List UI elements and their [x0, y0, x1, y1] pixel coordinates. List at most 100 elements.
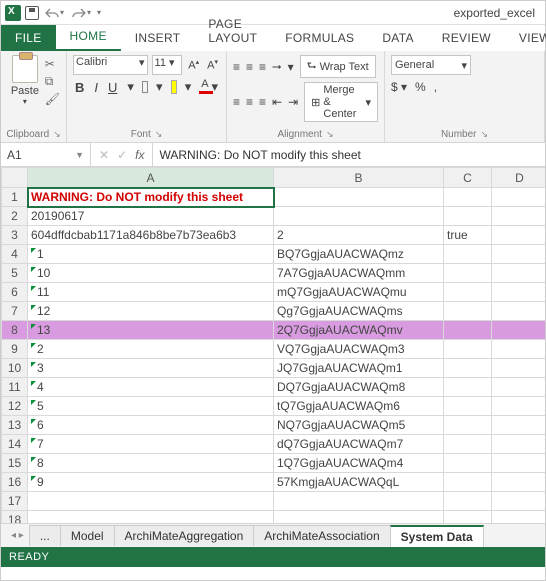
row-header[interactable]: 16 [2, 473, 28, 492]
sheet-tab-model[interactable]: Model [60, 525, 115, 546]
cell[interactable]: 5 [28, 397, 274, 416]
paste-button[interactable]: Paste ▾ [7, 55, 43, 106]
cell[interactable]: 1Q7GgjaAUACWAQm4 [274, 454, 444, 473]
cell[interactable] [492, 340, 546, 359]
bold-button[interactable]: B [73, 80, 86, 95]
cell[interactable]: 7 [28, 435, 274, 454]
col-header-A[interactable]: A [28, 168, 274, 188]
table-row[interactable]: 114DQ7GgjaAUACWAQm8 [2, 378, 546, 397]
row-header[interactable]: 13 [2, 416, 28, 435]
row-header[interactable]: 11 [2, 378, 28, 397]
align-middle-icon[interactable]: ≡ [246, 60, 253, 74]
wrap-text-button[interactable]: ⮑ Wrap Text [300, 55, 376, 78]
row-header[interactable]: 15 [2, 454, 28, 473]
sheet-tab-aggregation[interactable]: ArchiMateAggregation [114, 525, 255, 546]
tab-formulas[interactable]: FORMULAS [271, 27, 368, 51]
cell[interactable] [492, 188, 546, 207]
cell[interactable] [492, 207, 546, 226]
cell[interactable]: 4 [28, 378, 274, 397]
merge-center-button[interactable]: ⊞ Merge & Center ▾ [304, 82, 378, 122]
cell[interactable] [492, 416, 546, 435]
cell[interactable] [28, 511, 274, 524]
align-top-icon[interactable]: ≡ [233, 60, 240, 74]
tab-page-layout[interactable]: PAGE LAYOUT [194, 13, 271, 51]
cell[interactable] [274, 207, 444, 226]
row-header[interactable]: 1 [2, 188, 28, 207]
row-header[interactable]: 12 [2, 397, 28, 416]
cell[interactable] [492, 321, 546, 340]
cell[interactable] [444, 188, 492, 207]
cell[interactable]: 11 [28, 283, 274, 302]
copy-icon[interactable]: ⧉ [45, 74, 60, 89]
sheet-tab-association[interactable]: ArchiMateAssociation [253, 525, 390, 546]
cell[interactable] [444, 416, 492, 435]
tab-review[interactable]: REVIEW [428, 27, 505, 51]
cell[interactable] [444, 397, 492, 416]
col-header-C[interactable]: C [444, 168, 492, 188]
cancel-icon[interactable]: ✕ [99, 148, 109, 162]
italic-button[interactable]: I [92, 80, 100, 95]
align-right-icon[interactable]: ≡ [259, 95, 266, 109]
row-header[interactable]: 9 [2, 340, 28, 359]
cell[interactable] [492, 245, 546, 264]
cell[interactable] [444, 264, 492, 283]
cell[interactable] [444, 340, 492, 359]
shrink-font-icon[interactable]: A▾ [205, 58, 220, 72]
cell[interactable] [444, 378, 492, 397]
table-row[interactable]: 1581Q7GgjaAUACWAQm4 [2, 454, 546, 473]
dialog-launcher-icon[interactable]: ↘ [155, 129, 163, 140]
cell[interactable]: 2 [28, 340, 274, 359]
font-size-combo[interactable]: 11 ▾ [152, 55, 183, 75]
align-center-icon[interactable]: ≡ [246, 95, 253, 109]
cell[interactable]: 12 [28, 302, 274, 321]
align-bottom-icon[interactable]: ≡ [259, 60, 266, 74]
grow-font-icon[interactable]: A▴ [186, 58, 201, 72]
decrease-indent-icon[interactable]: ⇤ [272, 95, 282, 109]
align-left-icon[interactable]: ≡ [233, 95, 240, 109]
cell[interactable] [492, 226, 546, 245]
cell[interactable]: 604dffdcbab1171a846b8be7b73ea6b3 [28, 226, 274, 245]
format-painter-icon[interactable]: 🖌 [45, 92, 60, 106]
col-header-B[interactable]: B [274, 168, 444, 188]
row-header[interactable]: 7 [2, 302, 28, 321]
cell[interactable] [492, 264, 546, 283]
cell[interactable]: JQ7GgjaAUACWAQm1 [274, 359, 444, 378]
qat-customize[interactable]: ▾ [97, 8, 101, 17]
row-header[interactable]: 2 [2, 207, 28, 226]
cell[interactable]: tQ7GgjaAUACWAQm6 [274, 397, 444, 416]
select-all-corner[interactable] [2, 168, 28, 188]
undo-button[interactable]: ▾ [43, 7, 66, 19]
redo-button[interactable]: ▾ [70, 7, 93, 19]
cell[interactable]: 9 [28, 473, 274, 492]
dialog-launcher-icon[interactable]: ↘ [53, 129, 61, 140]
cell[interactable] [444, 359, 492, 378]
cell[interactable] [492, 473, 546, 492]
row-header[interactable]: 3 [2, 226, 28, 245]
formula-bar[interactable]: WARNING: Do NOT modify this sheet [153, 143, 545, 166]
cell[interactable] [492, 378, 546, 397]
cell[interactable]: 13 [28, 321, 274, 340]
cell[interactable]: 2Q7GgjaAUACWAQmv [274, 321, 444, 340]
cell[interactable] [444, 435, 492, 454]
cell[interactable]: DQ7GgjaAUACWAQm8 [274, 378, 444, 397]
cell[interactable] [492, 302, 546, 321]
cell[interactable] [444, 321, 492, 340]
row-header[interactable]: 17 [2, 492, 28, 511]
comma-format-button[interactable]: , [434, 80, 437, 94]
cell[interactable]: 10 [28, 264, 274, 283]
name-box[interactable]: A1 ▼ [1, 143, 91, 166]
table-row[interactable]: 17 [2, 492, 546, 511]
cell[interactable] [492, 454, 546, 473]
number-format-combo[interactable]: General▾ [391, 55, 471, 75]
row-header[interactable]: 6 [2, 283, 28, 302]
tab-view[interactable]: VIEW [505, 27, 546, 51]
cell[interactable] [274, 188, 444, 207]
row-header[interactable]: 18 [2, 511, 28, 524]
table-row[interactable]: 712Qg7GgjaAUACWAQms [2, 302, 546, 321]
cell[interactable]: 1 [28, 245, 274, 264]
cell[interactable]: 2 [274, 226, 444, 245]
cut-icon[interactable]: ✂ [45, 57, 60, 71]
cell[interactable]: WARNING: Do NOT modify this sheet [28, 188, 274, 207]
border-button[interactable] [142, 81, 148, 93]
cell[interactable]: 20190617 [28, 207, 274, 226]
